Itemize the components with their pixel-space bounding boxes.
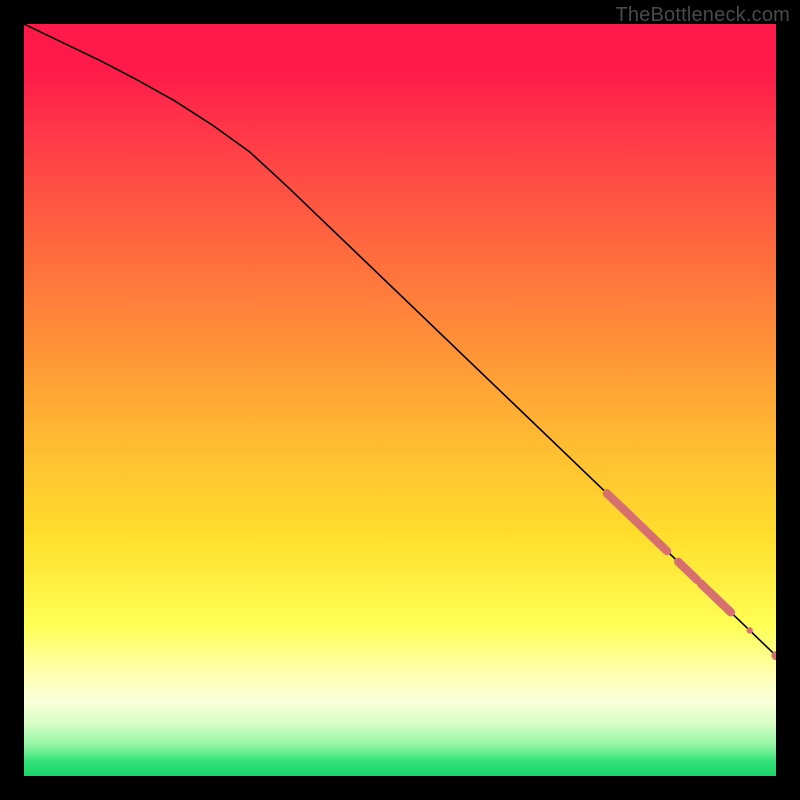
marker-layer [607, 493, 776, 660]
marker-segment [678, 562, 697, 580]
main-curve [24, 24, 776, 656]
curve-layer [24, 24, 776, 656]
marker-segment [607, 493, 667, 551]
chart-svg-layer [24, 24, 776, 776]
watermark-text: TheBottleneck.com [615, 4, 790, 27]
marker-segment [701, 583, 731, 612]
plot-area [24, 24, 776, 776]
marker-dot [746, 627, 752, 633]
chart-frame: TheBottleneck.com [0, 0, 800, 800]
